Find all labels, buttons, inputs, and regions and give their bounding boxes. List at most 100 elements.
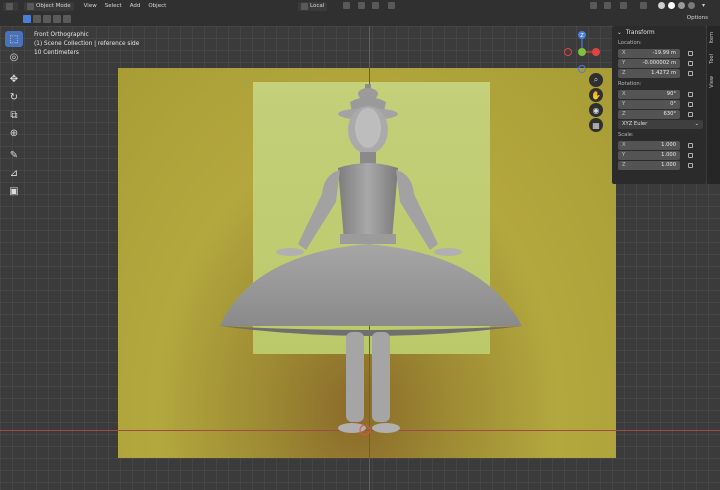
rotation-label: Rotation: <box>618 81 642 87</box>
select-new-icon[interactable] <box>23 15 31 23</box>
wireframe-shading-icon[interactable] <box>658 2 665 9</box>
options-button[interactable]: Options <box>687 15 708 21</box>
location-z-field[interactable]: Z 1.4272 m <box>618 68 680 78</box>
location-x-row: X -19.99 m <box>612 48 706 58</box>
menu-view[interactable]: View <box>84 3 97 9</box>
rotate-icon[interactable]: ↻ <box>5 89 23 105</box>
rendered-shading-icon[interactable] <box>688 2 695 9</box>
right-hand <box>434 248 462 256</box>
lock-icon[interactable] <box>688 50 693 56</box>
lock-icon[interactable] <box>688 91 693 97</box>
collapse-chevron-icon: ⌄ <box>617 29 622 36</box>
snap-target-icon[interactable] <box>372 2 379 9</box>
left-foot <box>338 423 366 433</box>
object-mode-icon <box>27 2 34 10</box>
grid-scale: 10 Centimeters <box>34 50 79 56</box>
select-box-icon[interactable]: ⬚ <box>5 31 23 47</box>
transform-panel: ⌄ Transform Location: X -19.99 m Y -0.0000… <box>612 26 706 184</box>
lock-icon[interactable] <box>688 60 693 66</box>
rotation-mode-label: XYZ Euler <box>622 121 648 127</box>
gizmo-y-axis-icon[interactable] <box>578 48 586 56</box>
navigation-gizmo[interactable]: Z <box>560 28 610 78</box>
lock-icon[interactable] <box>688 101 693 107</box>
transform-header[interactable]: ⌄ Transform <box>612 26 706 39</box>
scale-x-field[interactable]: X 1.000 <box>618 140 680 150</box>
annotate-icon[interactable]: ✎ <box>5 147 23 163</box>
camera-icon[interactable]: ◉ <box>589 103 603 117</box>
location-z-row: Z 1.4272 m <box>612 68 706 78</box>
move-icon[interactable]: ✥ <box>5 71 23 87</box>
solid-shading-icon[interactable] <box>668 2 675 9</box>
lock-icon[interactable] <box>688 152 693 158</box>
rotation-x-field[interactable]: X 90° <box>618 89 680 99</box>
lock-icon[interactable] <box>688 70 693 76</box>
ortho-grid-icon[interactable]: ▦ <box>589 118 603 132</box>
overlay-toggle-icon[interactable] <box>620 2 627 9</box>
pan-hand-icon[interactable]: ✋ <box>589 88 603 102</box>
orientation-dropdown[interactable]: Local <box>298 1 328 11</box>
transform-title: Transform <box>625 29 655 36</box>
rotation-x-row: X 90° <box>612 89 706 99</box>
mode-dropdown[interactable]: Object Mode <box>24 1 74 11</box>
menu-add[interactable]: Add <box>130 3 141 9</box>
torso <box>338 163 398 240</box>
tab-view[interactable]: View <box>709 76 715 88</box>
select-subtract-icon[interactable] <box>43 15 51 23</box>
face <box>355 108 381 148</box>
orientation-icon <box>301 2 308 10</box>
location-x-field[interactable]: X -19.99 m <box>618 48 680 58</box>
snap-icon[interactable] <box>358 2 365 9</box>
location-y-field[interactable]: Y -0.000002 m <box>618 58 680 68</box>
skirt <box>220 244 522 326</box>
proportional-edit-icon[interactable] <box>388 2 395 9</box>
pivot-icon[interactable] <box>343 2 350 9</box>
view-name: Front Orthographic <box>34 32 89 38</box>
collection-info: (1) Scene Collection | reference side <box>34 41 140 47</box>
gizmo-toggle-icon[interactable] <box>604 2 611 9</box>
editor-type-icon <box>6 2 13 10</box>
select-extend-icon[interactable] <box>33 15 41 23</box>
scale-y-row: Y 1.000 <box>612 150 706 160</box>
sidebar-tabs: Item Tool View <box>707 26 720 184</box>
gizmo-neg-x-icon[interactable] <box>564 48 572 56</box>
menu-object[interactable]: Object <box>148 3 166 9</box>
menu-select[interactable]: Select <box>105 3 122 9</box>
add-cube-icon[interactable]: ▣ <box>5 183 23 199</box>
viewport-info: Front Orthographic (1) Scene Collection … <box>34 31 139 58</box>
measure-icon[interactable]: ⊿ <box>5 165 23 181</box>
tool-settings-bar: Options <box>0 12 720 26</box>
location-label: Location: <box>618 40 642 46</box>
shading-options-icon[interactable]: ▾ <box>702 2 705 9</box>
model-figure[interactable] <box>212 84 528 444</box>
skirt-hem <box>220 326 522 336</box>
right-foot <box>372 423 400 433</box>
cursor-icon[interactable]: ◎ <box>5 49 23 65</box>
rotation-mode-row: XYZ Euler ⌄ <box>612 119 706 129</box>
material-shading-icon[interactable] <box>678 2 685 9</box>
select-invert-icon[interactable] <box>53 15 61 23</box>
lock-icon[interactable] <box>688 162 693 168</box>
gizmo-x-axis-icon[interactable] <box>592 48 600 56</box>
rotation-z-field[interactable]: Z 630° <box>618 109 680 119</box>
zoom-icon[interactable]: ⌕ <box>589 73 603 87</box>
tab-item[interactable]: Item <box>709 32 715 43</box>
lock-icon[interactable] <box>688 111 693 117</box>
gizmo-neg-z-icon[interactable] <box>578 65 586 73</box>
scale-icon[interactable]: ⧉ <box>5 107 23 123</box>
lock-icon[interactable] <box>688 142 693 148</box>
tab-tool[interactable]: Tool <box>709 54 715 64</box>
scale-z-row: Z 1.000 <box>612 160 706 170</box>
editor-type-button[interactable] <box>3 1 18 11</box>
rotation-mode-dropdown[interactable]: XYZ Euler ⌄ <box>618 119 703 129</box>
left-arm <box>298 170 340 250</box>
right-leg <box>372 332 390 422</box>
scale-z-field[interactable]: Z 1.000 <box>618 160 680 170</box>
transform-icon[interactable]: ⊕ <box>5 125 23 141</box>
scale-y-field[interactable]: Y 1.000 <box>618 150 680 160</box>
select-intersect-icon[interactable] <box>63 15 71 23</box>
rotation-y-field[interactable]: Y 0° <box>618 99 680 109</box>
tool-shelf: ⬚ ◎ ✥ ↻ ⧉ ⊕ ✎ ⊿ ▣ <box>5 31 25 201</box>
visibility-icon[interactable] <box>590 2 597 9</box>
xray-icon[interactable] <box>640 2 647 9</box>
scale-label: Scale: <box>618 132 634 138</box>
